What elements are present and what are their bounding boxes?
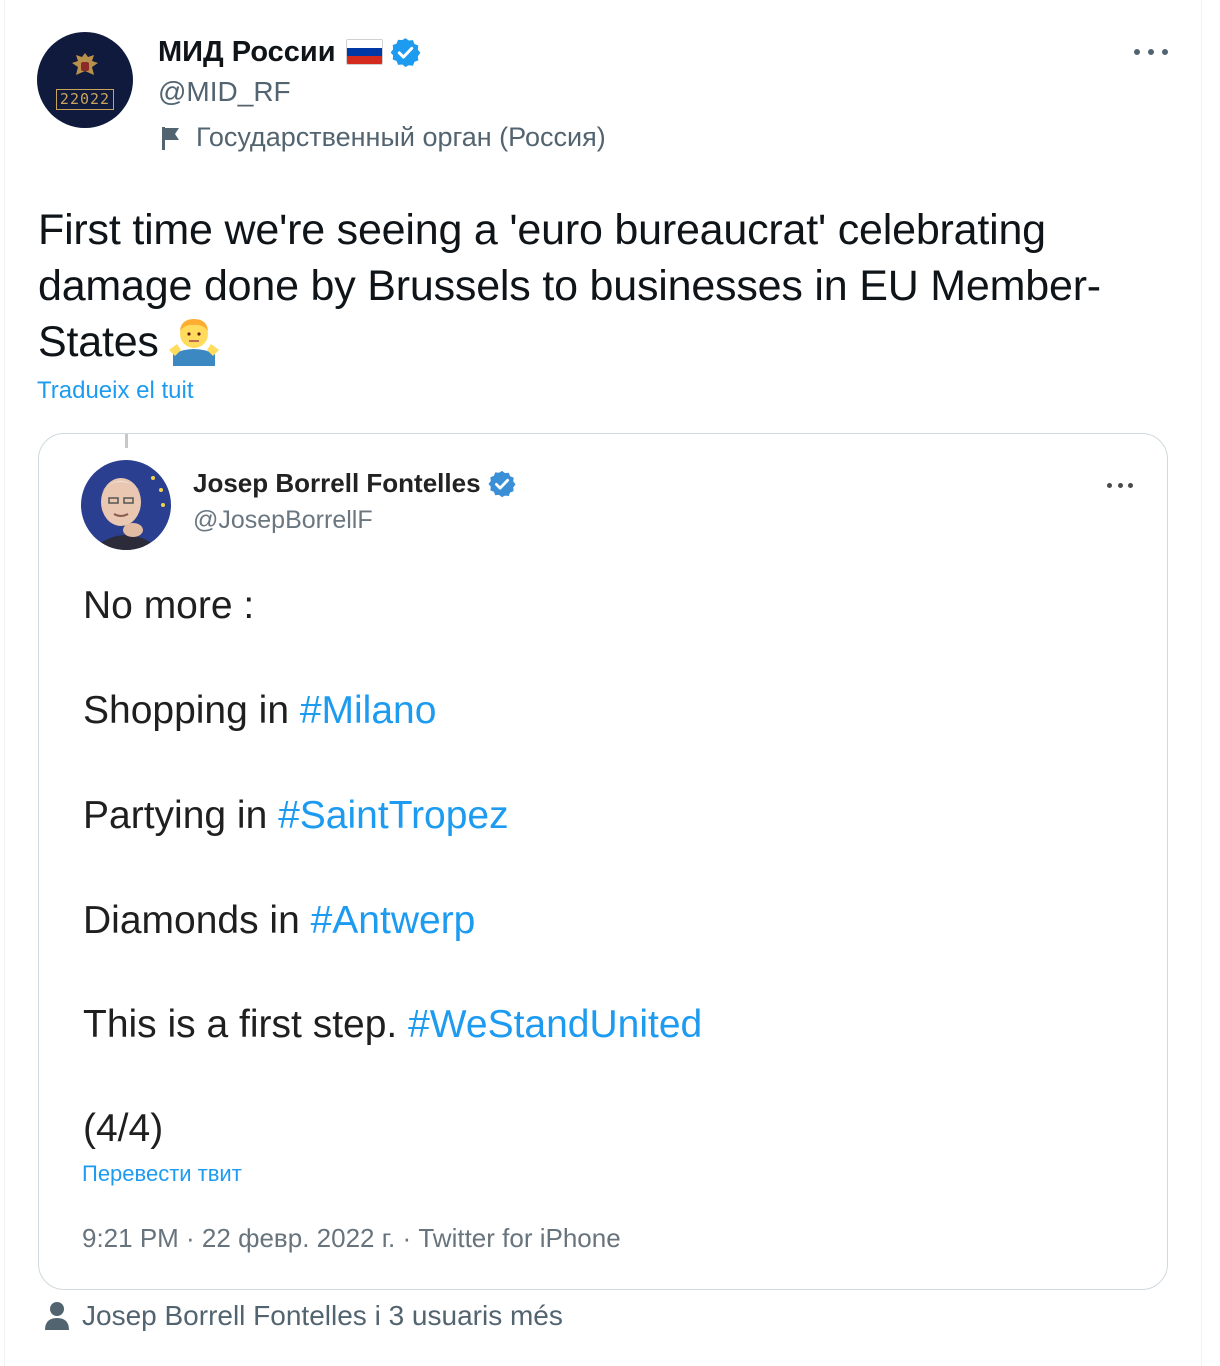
quoted-author-name-row[interactable]: Josep Borrell Fontelles	[193, 468, 517, 499]
verified-badge-icon	[390, 37, 420, 67]
quoted-tweet-card[interactable]: Josep Borrell Fontelles @JosepBorrellF N…	[38, 433, 1168, 1290]
hashtag-link[interactable]: #Milano	[300, 689, 437, 732]
quoted-text-line: (4/4)	[83, 1107, 163, 1151]
more-dot-icon	[1117, 482, 1123, 488]
quoted-line-text: This is a first step.	[83, 1003, 409, 1046]
quoted-translate-link[interactable]: Перевести твит	[82, 1161, 242, 1187]
quoted-line-text: Shopping in	[83, 689, 300, 732]
hashtag-link[interactable]: #SaintTropez	[278, 794, 509, 837]
russia-flag-icon	[345, 39, 383, 65]
more-dot-icon	[1107, 482, 1112, 488]
quoted-text-line: Shopping in #Milano	[83, 689, 436, 733]
translate-tweet-link[interactable]: Tradueix el tuit	[37, 377, 194, 405]
verified-badge-icon	[488, 470, 516, 497]
government-label[interactable]: Государственный орган (Россия)	[160, 122, 606, 153]
more-options-button[interactable]	[1134, 38, 1168, 66]
man-shrugging-emoji-icon	[168, 319, 219, 366]
author-name-row[interactable]: МИД России	[158, 34, 422, 70]
author-display-name[interactable]: МИД России	[158, 36, 336, 69]
quoted-text-line: No more :	[83, 584, 254, 628]
tagged-users-text: Josep Borrell Fontelles i 3 usuaris més	[82, 1300, 563, 1331]
tweet-text: First time we're seeing a 'euro bureaucr…	[38, 202, 1188, 370]
portrait-image	[81, 460, 171, 550]
more-dot-icon	[1148, 49, 1154, 55]
hashtag-link[interactable]: #Antwerp	[311, 899, 476, 942]
quoted-text-line: Partying in #SaintTropez	[83, 794, 509, 838]
more-dot-icon	[1128, 482, 1133, 488]
quoted-author-handle[interactable]: @JosepBorrellF	[193, 506, 373, 535]
quoted-author-avatar[interactable]	[81, 460, 171, 550]
avatar-year: 22022	[55, 88, 115, 110]
flag-icon	[162, 126, 179, 150]
emblem-icon	[72, 52, 98, 75]
quoted-text-line: This is a first step. #WeStandUnited	[83, 1003, 702, 1047]
quoted-author-display-name[interactable]: Josep Borrell Fontelles	[193, 468, 481, 499]
author-handle[interactable]: @MID_RF	[158, 76, 291, 108]
person-icon	[45, 1302, 69, 1330]
quoted-timestamp[interactable]: 9:21 PM · 22 февр. 2022 г. · Twitter for…	[82, 1223, 621, 1254]
tagged-users[interactable]: Josep Borrell Fontelles i 3 usuaris més	[44, 1300, 563, 1332]
more-dot-icon	[1162, 49, 1168, 55]
quoted-text-line: Diamonds in #Antwerp	[83, 899, 475, 943]
hashtag-link[interactable]: #WeStandUnited	[408, 1003, 702, 1046]
quoted-more-options-button[interactable]	[1107, 478, 1133, 492]
government-label-text: Государственный орган (Россия)	[196, 122, 606, 152]
author-avatar[interactable]: 22022	[37, 32, 133, 128]
quoted-line-text: (4/4)	[83, 1107, 164, 1150]
quoted-line-text: Diamonds in	[83, 899, 311, 942]
quoted-line-text: Partying in	[83, 794, 279, 837]
thread-line	[125, 434, 128, 448]
more-dot-icon	[1134, 49, 1140, 55]
quoted-line-text: No more :	[83, 584, 255, 627]
